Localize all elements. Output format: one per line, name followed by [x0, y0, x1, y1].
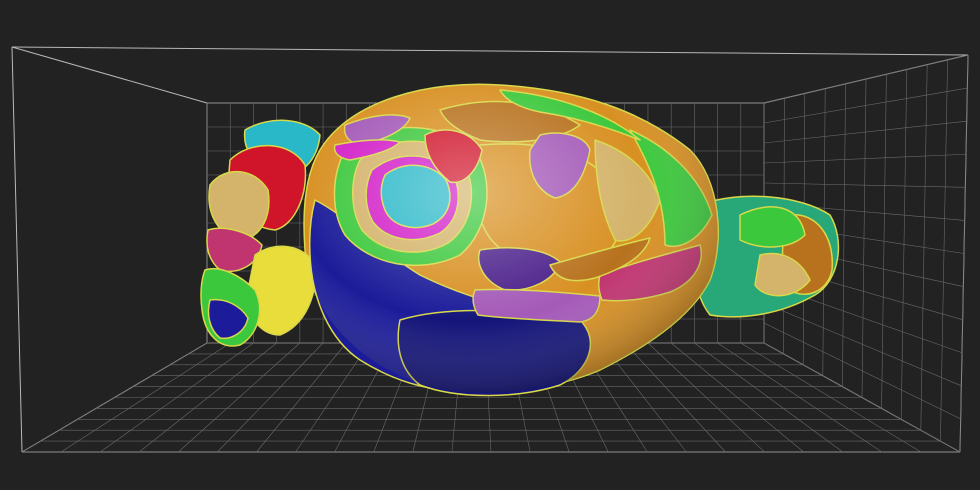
- brain-model[interactable]: [200, 83, 840, 397]
- scene-svg: [11, 46, 969, 453]
- 3d-viewport[interactable]: [0, 0, 980, 490]
- brain-shading: [303, 84, 719, 393]
- grid-line: [763, 322, 961, 420]
- grid-line: [763, 302, 962, 387]
